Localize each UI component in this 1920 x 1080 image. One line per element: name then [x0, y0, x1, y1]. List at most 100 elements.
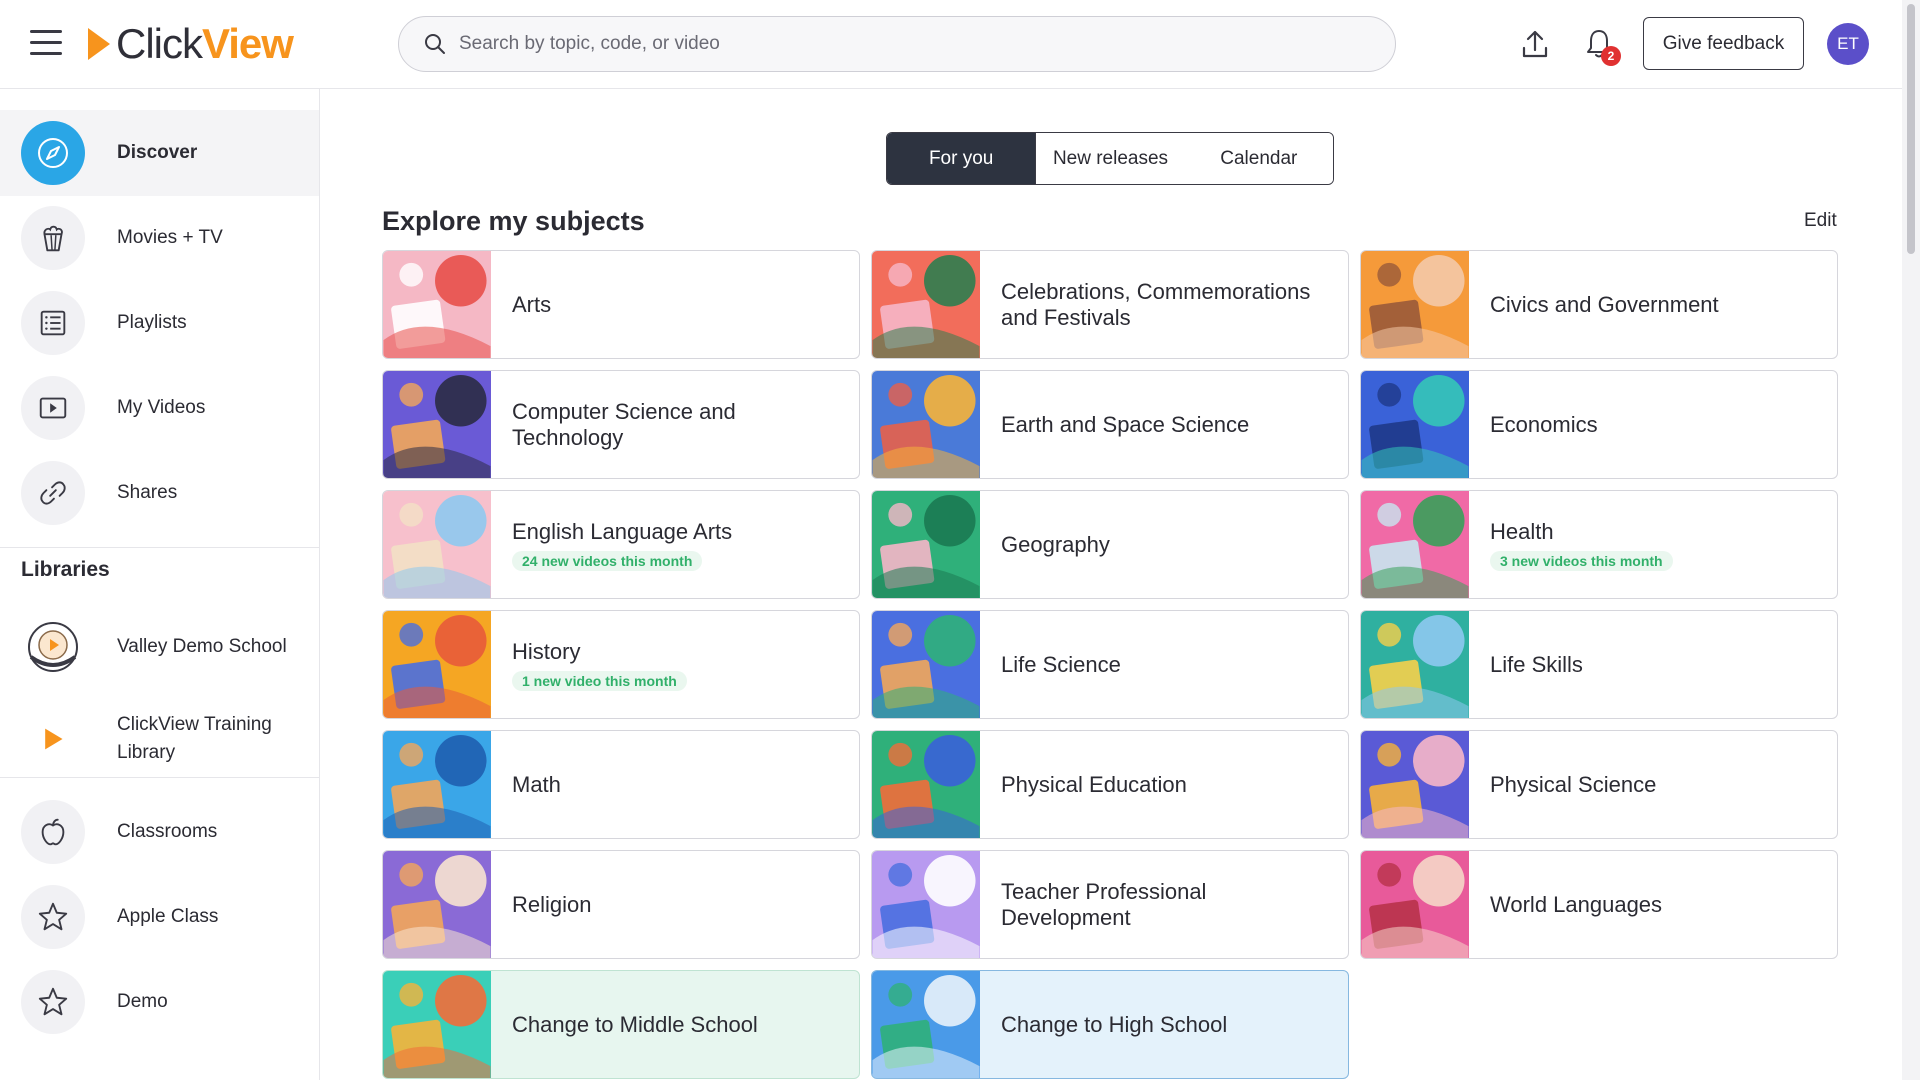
- library-item-clickview-training[interactable]: ClickView Training Library: [0, 689, 319, 789]
- tab-new-releases[interactable]: New releases: [1035, 133, 1185, 184]
- subject-card-religion[interactable]: Religion: [382, 850, 860, 959]
- subject-thumbnail-image: [872, 731, 980, 838]
- list-icon: [21, 291, 85, 355]
- subject-thumbnail-image: [872, 971, 980, 1078]
- sidebar-item-shares[interactable]: Shares: [0, 450, 319, 536]
- subject-card-change-to-high-school[interactable]: Change to High School: [871, 970, 1349, 1079]
- subject-card-earth-and-space-science[interactable]: Earth and Space Science: [871, 370, 1349, 479]
- sidebar-item-playlists[interactable]: Playlists: [0, 280, 319, 366]
- sidebar-item-label: Movies + TV: [117, 227, 223, 248]
- subject-thumbnail-image: [1361, 851, 1469, 958]
- subject-card-computer-science-and-technology[interactable]: Computer Science and Technology: [382, 370, 860, 479]
- sidebar-item-discover[interactable]: Discover: [0, 110, 319, 196]
- new-videos-badge: 24 new videos this month: [512, 550, 703, 571]
- link-icon: [21, 461, 85, 525]
- subject-card-body: Life Science: [980, 611, 1348, 718]
- subject-thumbnail-image: [383, 851, 491, 958]
- subject-title: Life Science: [1001, 651, 1121, 677]
- tab-calendar[interactable]: Calendar: [1184, 133, 1333, 184]
- menu-icon[interactable]: [30, 30, 62, 58]
- subject-thumbnail-image: [1361, 731, 1469, 838]
- subject-thumbnail-image: [1361, 371, 1469, 478]
- clickview-play-icon: [21, 707, 85, 771]
- subject-card-teacher-professional-development[interactable]: Teacher Professional Development: [871, 850, 1349, 959]
- search-input[interactable]: [459, 33, 1359, 55]
- library-item-valley-demo-school[interactable]: Valley Demo School: [0, 607, 319, 687]
- sidebar-item-movies-tv[interactable]: Movies + TV: [0, 195, 319, 281]
- subject-thumbnail-image: [872, 251, 980, 358]
- subject-title: Economics: [1490, 411, 1598, 437]
- scrollbar[interactable]: [1902, 0, 1920, 1080]
- subject-thumbnail-image: [872, 611, 980, 718]
- subject-card-body: Change to Middle School: [491, 971, 859, 1078]
- subject-card-change-to-middle-school[interactable]: Change to Middle School: [382, 970, 860, 1079]
- apple-icon: [21, 800, 85, 864]
- subject-card-body: Physical Science: [1469, 731, 1837, 838]
- subject-thumbnail-image: [383, 611, 491, 718]
- subject-card-physical-science[interactable]: Physical Science: [1360, 730, 1838, 839]
- subject-title: Health: [1490, 518, 1554, 544]
- subject-card-civics-and-government[interactable]: Civics and Government: [1360, 250, 1838, 359]
- popcorn-icon: [21, 206, 85, 270]
- sidebar-item-demo[interactable]: Demo: [0, 959, 319, 1045]
- subject-card-body: Teacher Professional Development: [980, 851, 1348, 958]
- subject-card-history[interactable]: History 1 new video this month: [382, 610, 860, 719]
- clickview-logo[interactable]: Click View: [88, 20, 294, 68]
- subject-title: Change to High School: [1001, 1011, 1228, 1037]
- subject-title: Change to Middle School: [512, 1011, 758, 1037]
- subject-title: Physical Education: [1001, 771, 1187, 797]
- subject-title: Computer Science and Technology: [512, 398, 736, 450]
- subject-thumbnail-image: [383, 371, 491, 478]
- sidebar-item-my-videos[interactable]: My Videos: [0, 365, 319, 451]
- new-videos-badge: 1 new video this month: [512, 670, 687, 691]
- notification-count-badge: 2: [1601, 46, 1621, 66]
- notifications-button[interactable]: 2: [1581, 26, 1621, 66]
- libraries-heading: Libraries: [21, 558, 110, 581]
- subject-card-life-skills[interactable]: Life Skills: [1360, 610, 1838, 719]
- give-feedback-button[interactable]: Give feedback: [1643, 17, 1804, 70]
- sidebar-item-apple-class[interactable]: Apple Class: [0, 874, 319, 960]
- subject-card-economics[interactable]: Economics: [1360, 370, 1838, 479]
- subject-title: Teacher Professional Development: [1001, 878, 1207, 930]
- subject-title: History: [512, 638, 581, 664]
- school-logo-icon: [21, 615, 85, 679]
- sidebar-item-classrooms[interactable]: Classrooms: [0, 789, 319, 875]
- subject-title: World Languages: [1490, 891, 1663, 917]
- subject-title: Physical Science: [1490, 771, 1657, 797]
- scrollbar-thumb[interactable]: [1907, 4, 1915, 254]
- subject-card-celebrations-commemorations-and-festivals[interactable]: Celebrations, Commemorations and Festiva…: [871, 250, 1349, 359]
- sidebar-item-label: Classrooms: [117, 821, 218, 842]
- subject-thumbnail-image: [383, 491, 491, 598]
- subject-card-body: Life Skills: [1469, 611, 1837, 718]
- subject-title: English Language Arts: [512, 518, 733, 544]
- subject-card-health[interactable]: Health 3 new videos this month: [1360, 490, 1838, 599]
- sidebar-item-label: Apple Class: [117, 906, 219, 927]
- subject-card-world-languages[interactable]: World Languages: [1360, 850, 1838, 959]
- subject-card-math[interactable]: Math: [382, 730, 860, 839]
- avatar[interactable]: ET: [1827, 23, 1869, 65]
- subject-title: Math: [512, 771, 561, 797]
- subject-card-physical-education[interactable]: Physical Education: [871, 730, 1349, 839]
- search-bar[interactable]: [398, 16, 1396, 72]
- top-bar: ClickView 2 Give feedback ET: [0, 0, 1902, 89]
- subject-title: Geography: [1001, 531, 1110, 557]
- subject-card-life-science[interactable]: Life Science: [871, 610, 1349, 719]
- subject-thumbnail-image: [1361, 611, 1469, 718]
- subject-card-body: Computer Science and Technology: [491, 371, 859, 478]
- tab-for-you[interactable]: For you: [887, 133, 1036, 184]
- subject-card-body: Arts: [491, 251, 859, 358]
- subject-card-body: Change to High School: [980, 971, 1348, 1078]
- subject-card-body: Celebrations, Commemorations and Festiva…: [980, 251, 1348, 358]
- search-icon: [425, 34, 445, 54]
- upload-icon[interactable]: [1517, 26, 1553, 62]
- sidebar-item-label: Shares: [117, 482, 178, 503]
- subject-card-arts[interactable]: Arts: [382, 250, 860, 359]
- sidebar-divider: [0, 777, 319, 778]
- edit-subjects-link[interactable]: Edit: [1804, 210, 1837, 232]
- subject-card-geography[interactable]: Geography: [871, 490, 1349, 599]
- subject-title: Arts: [512, 291, 552, 317]
- subject-card-english-language-arts[interactable]: English Language Arts 24 new videos this …: [382, 490, 860, 599]
- star-icon: [21, 970, 85, 1034]
- subject-thumbnail-image: [383, 731, 491, 838]
- sidebar-divider: [0, 547, 319, 548]
